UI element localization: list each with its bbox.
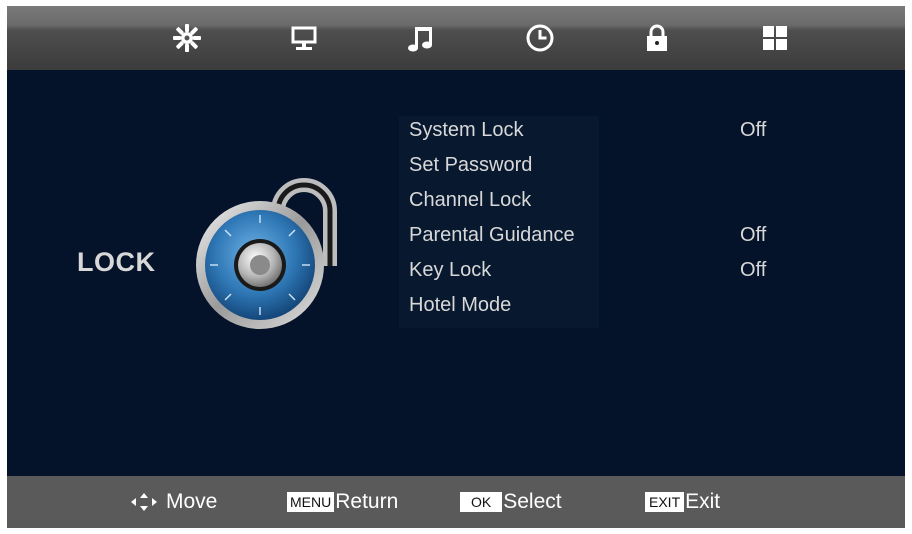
hint-return-label: Return (335, 490, 399, 513)
tab-screen[interactable] (284, 18, 324, 58)
padlock-icon (647, 24, 667, 51)
grid-icon (763, 26, 787, 50)
tv-osd-screen: LOCK System Lock Off Set Password Channe… (7, 6, 905, 528)
menu-item-key-lock[interactable]: Key Lock (409, 259, 491, 282)
menu-value-key-lock: Off (740, 259, 767, 281)
hint-exit-label: Exit (685, 490, 721, 513)
tab-lock[interactable] (637, 18, 677, 58)
clock-icon (526, 24, 554, 52)
tab-picture[interactable] (167, 18, 207, 58)
hint-select-label: Select (503, 490, 562, 513)
hint-return: MENU Return (287, 476, 398, 528)
menu-key-icon: MENU (287, 492, 335, 512)
menu-item-hotel-mode[interactable]: Hotel Mode (409, 294, 511, 317)
hint-move: Move (130, 476, 217, 528)
menu-item-channel-lock[interactable]: Channel Lock (409, 189, 531, 212)
menu-value-system-lock: Off (740, 119, 767, 141)
tab-sound[interactable] (402, 18, 442, 58)
tab-time[interactable] (520, 18, 560, 58)
hint-select: OK Select (460, 476, 562, 528)
menu-item-parental-guidance[interactable]: Parental Guidance (409, 224, 575, 247)
menu-value-parental-guidance: Off (740, 224, 767, 246)
ok-key-icon: OK (460, 492, 503, 512)
combination-lock-image (196, 178, 337, 329)
menu-item-system-lock[interactable]: System Lock (409, 119, 523, 142)
page-title: LOCK (77, 247, 156, 277)
menu-item-set-password[interactable]: Set Password (409, 154, 532, 177)
hint-move-label: Move (166, 490, 218, 513)
hint-exit: EXIT Exit (645, 476, 720, 528)
bottom-hint-bar: Move MENU Return OK Select EXIT Exit (7, 476, 905, 528)
top-tab-bar (7, 6, 905, 70)
music-note-icon (408, 27, 432, 52)
tab-setup[interactable] (755, 18, 795, 58)
exit-key-icon: EXIT (645, 492, 685, 512)
monitor-icon (291, 26, 317, 50)
move-arrows-icon (131, 493, 157, 511)
picture-icon (173, 24, 201, 52)
